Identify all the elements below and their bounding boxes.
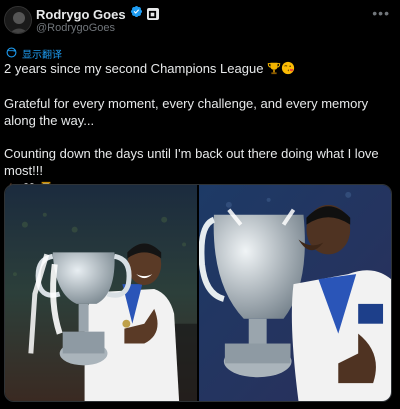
globe-icon [6, 47, 17, 61]
author-handle[interactable]: @RodrygoGoes [36, 22, 115, 34]
author-name[interactable]: Rodrygo Goes [36, 7, 126, 22]
kiss-face-emoji-icon [281, 61, 295, 79]
affiliate-badge-icon[interactable] [146, 8, 159, 20]
trophy-emoji-icon [267, 61, 281, 79]
show-translation-link[interactable]: 显示翻译 [6, 46, 62, 61]
tweet-text: 2 years since my second Champions League… [4, 60, 396, 199]
tweet-media[interactable] [4, 184, 392, 402]
media-photo-1[interactable] [5, 185, 197, 401]
tweet-line-3: Counting down the days until I'm back ou… [4, 146, 379, 178]
avatar[interactable] [4, 6, 32, 34]
tweet-line-1: 2 years since my second Champions League [4, 60, 396, 79]
tweet-header: Rodrygo Goes @RodrygoGoes ••• [0, 0, 400, 42]
translate-label: 显示翻译 [22, 50, 62, 61]
author-row: Rodrygo Goes [36, 5, 159, 23]
verified-badge-icon [130, 5, 143, 23]
tweet-line-2: Grateful for every moment, every challen… [4, 96, 369, 128]
media-photo-2[interactable] [199, 185, 391, 401]
more-options-icon[interactable]: ••• [372, 5, 390, 21]
tweet-line-1-text: 2 years since my second Champions League [4, 61, 264, 76]
